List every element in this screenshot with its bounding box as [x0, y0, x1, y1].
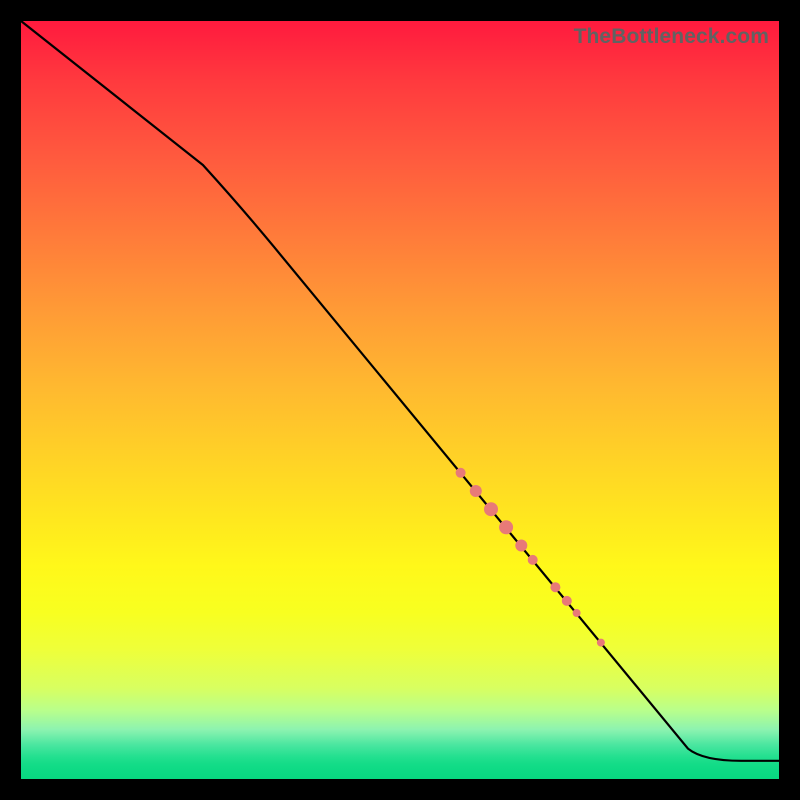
data-point — [528, 555, 538, 565]
data-point — [470, 485, 482, 497]
plot-area: TheBottleneck.com — [21, 21, 779, 779]
data-point — [499, 520, 513, 534]
chart-svg — [21, 21, 779, 779]
data-point — [550, 582, 560, 592]
data-point — [456, 468, 466, 478]
data-point — [597, 639, 605, 647]
data-point — [484, 502, 498, 516]
data-point — [515, 540, 527, 552]
data-point — [562, 596, 572, 606]
bottleneck-curve — [21, 21, 779, 761]
data-point — [573, 609, 581, 617]
chart-frame: TheBottleneck.com — [0, 0, 800, 800]
